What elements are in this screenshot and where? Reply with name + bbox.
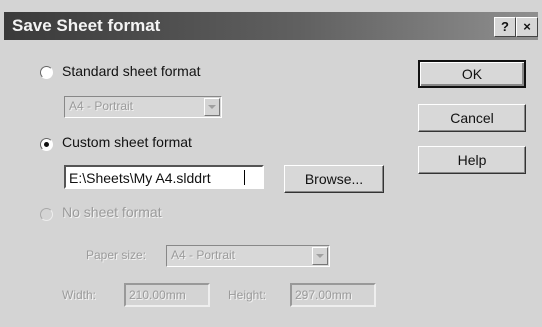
browse-button[interactable]: Browse... [284, 165, 384, 193]
paper-size-value: A4 - Portrait [171, 248, 236, 262]
standard-format-dropdown: A4 - Portrait [64, 96, 222, 118]
dropdown-arrow-icon [312, 247, 328, 265]
no-sheet-format-radio[interactable] [40, 208, 53, 221]
width-label: Width: [62, 288, 97, 302]
height-value: 297.00mm [295, 288, 352, 302]
width-input: 210.00mm [124, 283, 210, 307]
save-sheet-format-dialog: Save Sheet format ? × Standard sheet for… [0, 0, 542, 327]
custom-sheet-format-label[interactable]: Custom sheet format [62, 134, 192, 150]
standard-sheet-format-radio[interactable] [40, 66, 53, 79]
custom-format-path-input[interactable]: E:\Sheets\My A4.slddrt [64, 165, 264, 189]
dropdown-arrow-icon [204, 98, 220, 116]
standard-sheet-format-label[interactable]: Standard sheet format [62, 63, 201, 79]
height-label: Height: [228, 288, 267, 302]
cancel-button[interactable]: Cancel [418, 104, 526, 132]
width-value: 210.00mm [129, 288, 186, 302]
custom-sheet-format-radio[interactable] [40, 138, 53, 151]
help-icon[interactable]: ? [494, 17, 516, 37]
height-input: 297.00mm [290, 283, 376, 307]
ok-button[interactable]: OK [418, 60, 526, 88]
help-button[interactable]: Help [418, 146, 526, 174]
close-icon[interactable]: × [516, 17, 538, 37]
dialog-title: Save Sheet format [12, 16, 161, 35]
standard-format-value: A4 - Portrait [69, 99, 134, 113]
custom-format-path-value: E:\Sheets\My A4.slddrt [69, 170, 211, 186]
no-sheet-format-label[interactable]: No sheet format [62, 204, 162, 220]
paper-size-label: Paper size: [86, 248, 147, 262]
text-caret [244, 170, 245, 185]
title-bar[interactable]: Save Sheet format ? × [4, 12, 538, 40]
paper-size-dropdown: A4 - Portrait [166, 245, 330, 267]
